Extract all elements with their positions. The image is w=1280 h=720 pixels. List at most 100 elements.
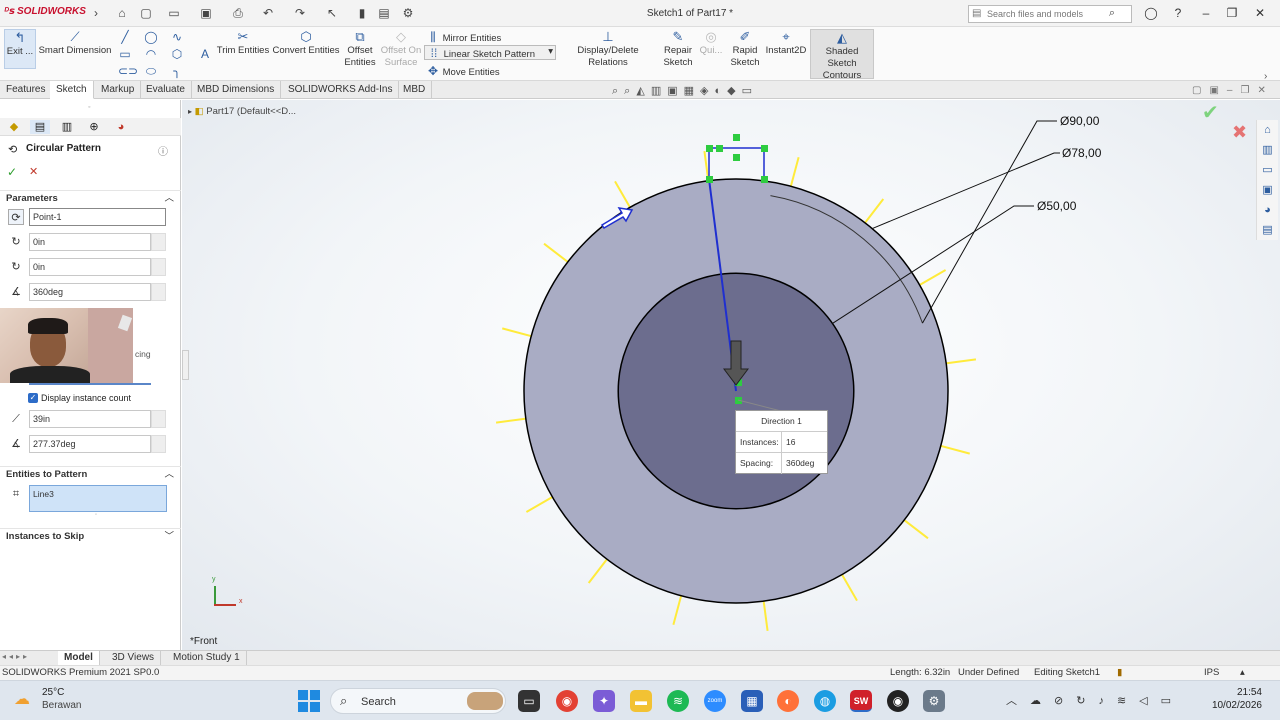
tab-evaluate[interactable]: Evaluate bbox=[140, 81, 192, 99]
graphics-area[interactable]: ⌕⌕◭▥▣▦◈◐◆▭ ▢▣–❐✕ ▸ ◧ Part17 (Default<<D.… bbox=[182, 85, 1280, 650]
sync-icon[interactable]: ↻ bbox=[1076, 695, 1098, 707]
center-point-toggle-icon[interactable]: ⟳ bbox=[8, 209, 24, 225]
convert-entities-button[interactable]: ⬡ Convert Entities bbox=[272, 29, 340, 57]
dimension-outer-diameter[interactable]: Ø90,00 bbox=[1060, 114, 1100, 128]
firefox-icon[interactable]: ◐ bbox=[777, 690, 799, 712]
linear-sketch-pattern-button[interactable]: ⁞⁞ Linear Sketch Pattern ▾ bbox=[424, 45, 556, 60]
search-input[interactable]: ▤ Search files and models ⌕ bbox=[968, 5, 1132, 23]
system-tray[interactable]: ︿☁⊘↻♪≋◁▭ bbox=[1006, 692, 1184, 708]
relation-marker[interactable] bbox=[706, 145, 713, 152]
display-delete-relations-button[interactable]: ⊥ Display/Delete Relations bbox=[558, 29, 658, 69]
entities-list[interactable]: Line3 bbox=[29, 485, 167, 512]
tab-motion-study[interactable]: Motion Study 1 bbox=[167, 651, 247, 665]
display-instance-count-checkbox[interactable]: ✓ bbox=[28, 393, 38, 403]
volume-icon[interactable]: ◁ bbox=[1139, 695, 1160, 707]
trim-entities-button[interactable]: ✂ Trim Entities bbox=[216, 29, 270, 57]
tile-icon[interactable]: ▢ bbox=[1192, 85, 1209, 96]
offset-on-surface-button[interactable]: ◇ Offset On Surface bbox=[380, 29, 422, 69]
ellipse-icon[interactable]: ⬭ bbox=[144, 64, 158, 78]
viewport-restore-icon[interactable]: ❐ bbox=[1240, 85, 1257, 96]
property-manager-icon[interactable]: ▤ bbox=[30, 120, 50, 134]
clock-time[interactable]: 21:54 bbox=[1222, 687, 1262, 698]
mirror-entities-button[interactable]: ⫼ Mirror Entities bbox=[426, 30, 501, 44]
tab-markup[interactable]: Markup bbox=[95, 81, 142, 99]
spline-icon[interactable]: ∿ bbox=[170, 30, 184, 44]
copilot-icon[interactable]: ✦ bbox=[593, 690, 615, 712]
edge-icon[interactable]: ◍ bbox=[814, 690, 836, 712]
hide-show-icon[interactable]: ◈ bbox=[700, 85, 714, 97]
relation-marker[interactable] bbox=[761, 176, 768, 183]
task-pane-home-icon[interactable]: ⌂ bbox=[1257, 120, 1278, 140]
shaded-sketch-contours-button[interactable]: ◭ Shaded Sketch Contours bbox=[810, 29, 874, 81]
onedrive-icon[interactable]: ☁ bbox=[1030, 695, 1054, 707]
task-view-icon[interactable]: ▭ bbox=[518, 690, 540, 712]
angle-field[interactable]: 360deg bbox=[29, 283, 151, 301]
arc-angle-field[interactable]: 277.37deg bbox=[29, 435, 151, 453]
start-button[interactable] bbox=[298, 690, 320, 712]
move-entities-button[interactable]: ✥ Move Entities bbox=[426, 64, 500, 78]
task-pane-library-icon[interactable]: ▥ bbox=[1257, 140, 1278, 160]
weather-icon[interactable]: ☁ bbox=[14, 689, 30, 709]
panel-grip-icon[interactable]: ◦ bbox=[88, 104, 90, 111]
network-off-icon[interactable]: ⊘ bbox=[1054, 695, 1076, 707]
split-icon[interactable]: ▣ bbox=[1209, 85, 1226, 96]
instances-to-skip-section-header[interactable]: Instances to Skip ﹀ bbox=[0, 528, 181, 544]
radius-spin-control[interactable] bbox=[151, 410, 166, 428]
relation-marker[interactable] bbox=[716, 145, 723, 152]
task-pane-properties-icon[interactable]: ▤ bbox=[1257, 220, 1278, 240]
tab-model[interactable]: Model bbox=[58, 651, 100, 665]
repair-sketch-button[interactable]: ✎ Repair Sketch bbox=[660, 29, 696, 69]
top-slot-profile[interactable] bbox=[708, 147, 765, 179]
entity-item[interactable]: Line3 bbox=[33, 489, 54, 499]
undo-icon[interactable]: ↶ bbox=[260, 5, 276, 21]
chevron-down-icon[interactable]: ▾ bbox=[548, 46, 553, 57]
spotify-icon[interactable]: ≋ bbox=[667, 690, 689, 712]
rebuild-icon[interactable]: ▮ bbox=[354, 5, 370, 21]
user-icon[interactable]: ◯ bbox=[1141, 4, 1161, 22]
print-icon[interactable]: ⎙ bbox=[230, 5, 246, 21]
parameters-section-header[interactable]: Parameters ︿ bbox=[0, 190, 181, 206]
help-circle-icon[interactable]: ⓘ bbox=[158, 143, 168, 158]
wifi-icon[interactable]: ≋ bbox=[1117, 695, 1139, 707]
angle-spin-control[interactable] bbox=[151, 283, 166, 301]
save-icon[interactable]: ▣ bbox=[198, 5, 214, 21]
heads-up-view-toolbar[interactable]: ⌕⌕◭▥▣▦◈◐◆▭ bbox=[612, 84, 758, 98]
chrome-icon[interactable]: ◉ bbox=[556, 690, 578, 712]
view-orientation-icon[interactable]: ▣ bbox=[667, 85, 683, 97]
relation-marker[interactable] bbox=[706, 176, 713, 183]
rectangle-icon[interactable]: ▭ bbox=[118, 47, 132, 61]
display-manager-icon[interactable]: ◕ bbox=[111, 120, 131, 134]
units-menu-icon[interactable]: ▴ bbox=[1240, 667, 1245, 678]
exit-sketch-button[interactable]: ↰ Exit ... bbox=[4, 29, 36, 69]
relation-marker[interactable] bbox=[733, 154, 740, 161]
polygon-icon[interactable]: ⬡ bbox=[170, 47, 184, 61]
dimxpert-icon[interactable]: ⊕ bbox=[84, 120, 104, 134]
direction-callout[interactable]: Direction 1 Instances: 16 Spacing: 360de… bbox=[735, 410, 828, 474]
tab-mbd[interactable]: MBD bbox=[397, 81, 433, 99]
fillet-icon[interactable]: ╮ bbox=[170, 64, 184, 78]
file-explorer-icon[interactable]: ▬ bbox=[630, 690, 652, 712]
y-spin-control[interactable] bbox=[151, 258, 166, 276]
entities-section-header[interactable]: Entities to Pattern ︿ bbox=[0, 466, 181, 482]
instances-value[interactable]: 16 bbox=[782, 432, 795, 452]
weather-condition[interactable]: Berawan bbox=[42, 700, 81, 711]
settings-icon[interactable]: ⚙ bbox=[923, 690, 945, 712]
line-icon[interactable]: ╱ bbox=[118, 30, 132, 44]
help-icon[interactable]: ? bbox=[1168, 4, 1188, 22]
redo-icon[interactable]: ↷ bbox=[292, 5, 308, 21]
x-spin-control[interactable] bbox=[151, 233, 166, 251]
panel-collapse-handle[interactable] bbox=[182, 350, 189, 380]
center-point-field[interactable]: Point-1 bbox=[29, 208, 166, 226]
x-coordinate-field[interactable]: 0in bbox=[29, 233, 151, 251]
task-pane-appearance-icon[interactable]: ◕ bbox=[1257, 200, 1278, 220]
list-resize-grip-icon[interactable]: ◦ bbox=[95, 512, 97, 518]
dimension-mid-diameter[interactable]: Ø78,00 bbox=[1062, 146, 1102, 160]
restore-icon[interactable]: ❐ bbox=[1222, 4, 1242, 22]
file-properties-icon[interactable]: ▤ bbox=[376, 5, 392, 21]
dimension-inner-diameter[interactable]: Ø50,00 bbox=[1037, 199, 1077, 213]
tab-scroll-arrows[interactable]: ◂◂▸▸ bbox=[2, 652, 30, 661]
microphone-icon[interactable]: ♪ bbox=[1098, 695, 1117, 707]
obs-icon[interactable]: ◉ bbox=[887, 690, 909, 712]
ok-check-icon[interactable]: ✓ bbox=[7, 165, 17, 179]
zoom-icon[interactable]: zoom bbox=[704, 690, 726, 712]
